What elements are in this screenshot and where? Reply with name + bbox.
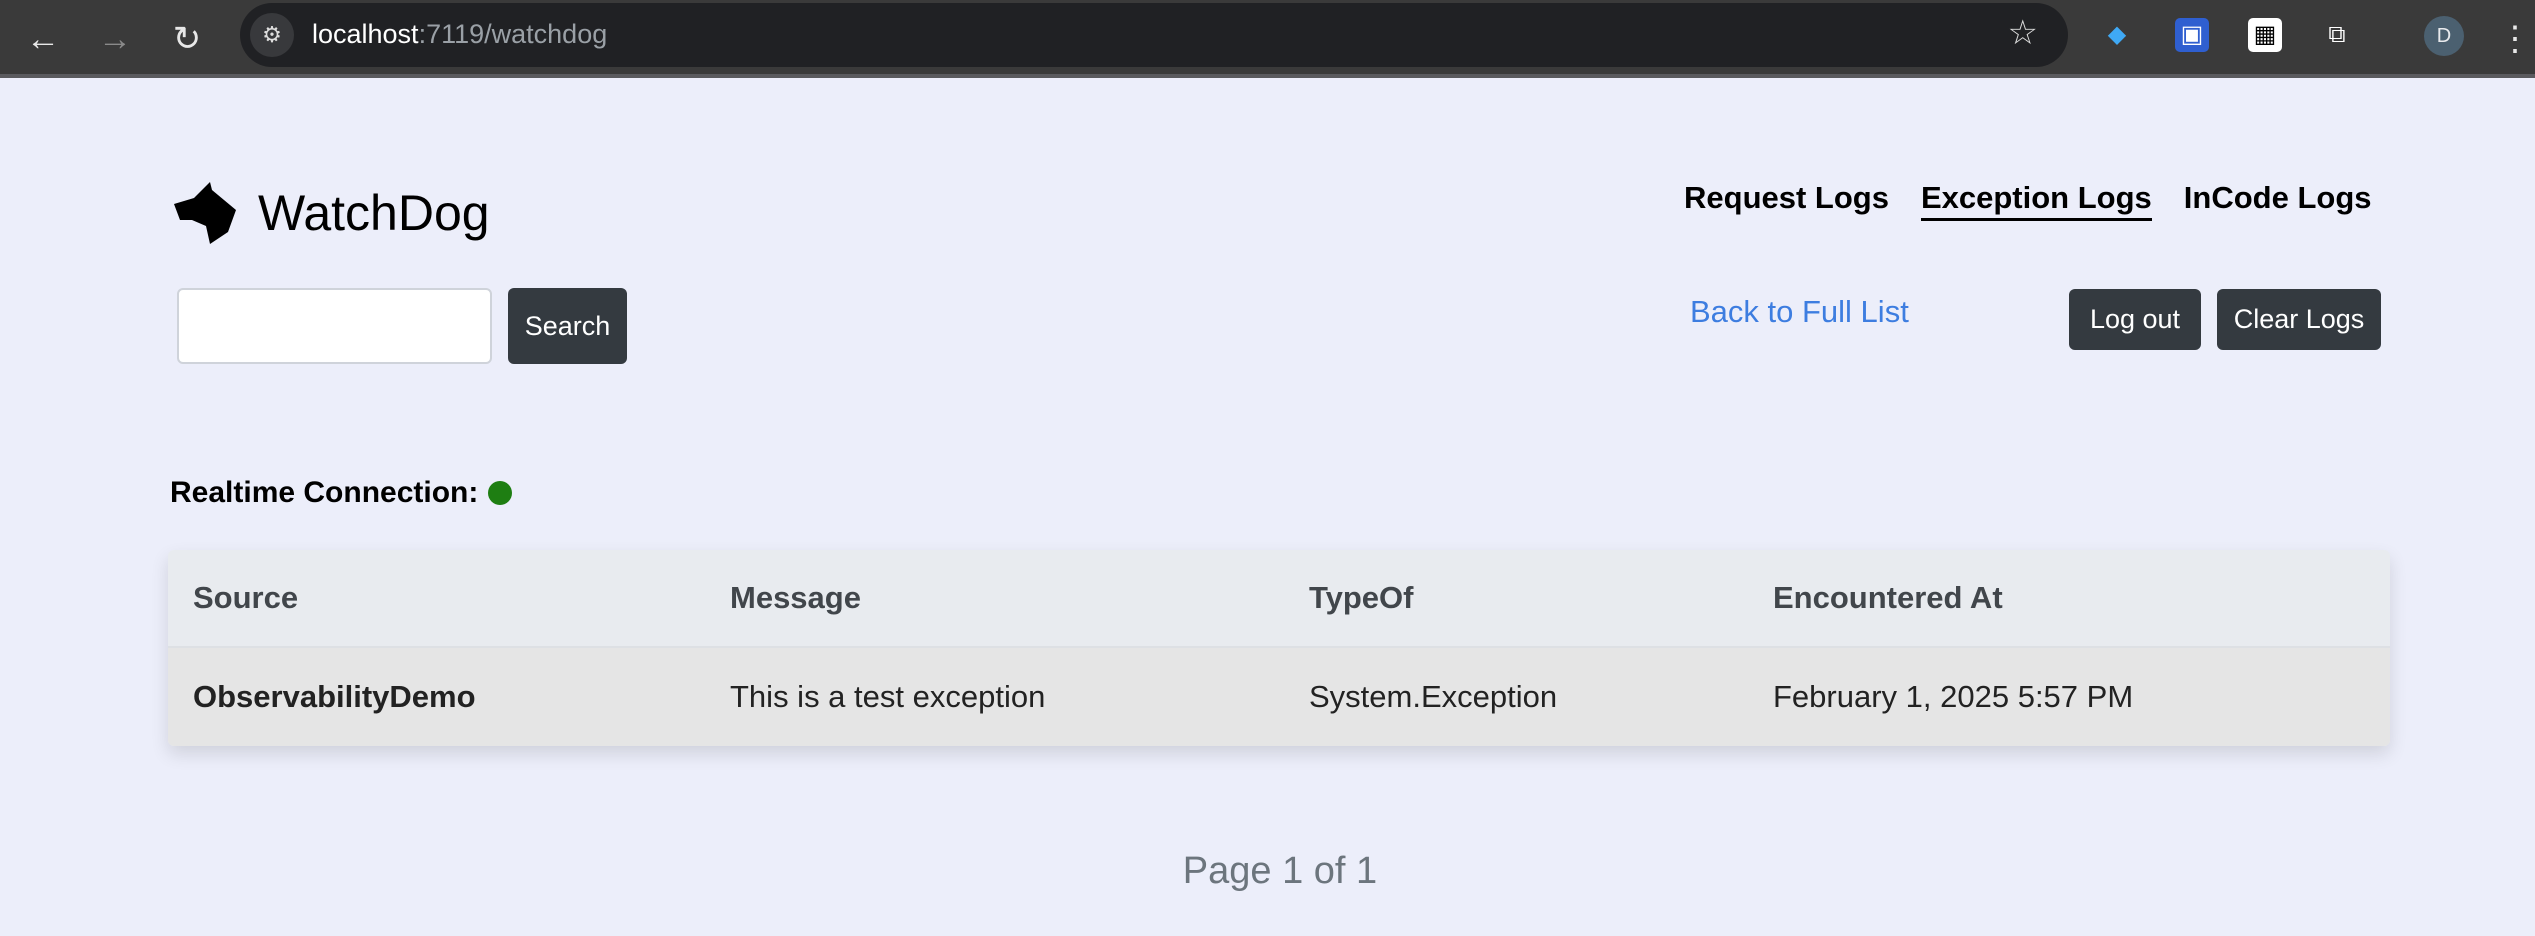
top-nav: Request Logs Exception Logs InCode Logs [1684, 180, 2372, 221]
column-header-message[interactable]: Message [730, 580, 861, 616]
connection-indicator-dot [488, 481, 513, 505]
back-arrow-icon[interactable]: ← [18, 14, 68, 64]
bookmark-star-icon[interactable]: ☆ [2008, 13, 2038, 53]
browser-toolbar: ← → ↻ ⚙ localhost:7119/watchdog ☆ ◆ ▣ ▦ … [0, 0, 2535, 78]
exception-logs-table: Source Message TypeOf Encountered At Obs… [168, 550, 2390, 746]
gem-extension-icon[interactable]: ◆ [2100, 18, 2134, 52]
bitwarden-extension-icon[interactable]: ▣ [2175, 18, 2209, 52]
cell-source: ObservabilityDemo [193, 679, 476, 714]
table-row[interactable]: ObservabilityDemo This is a test excepti… [168, 648, 2390, 746]
column-header-source[interactable]: Source [193, 580, 298, 616]
cell-message: This is a test exception [730, 679, 1046, 714]
search-input[interactable] [177, 288, 492, 364]
url-host: localhost [312, 19, 419, 49]
back-to-full-list-link[interactable]: Back to Full List [1690, 294, 1909, 330]
brand-name: WatchDog [258, 185, 490, 241]
reload-icon[interactable]: ↻ [162, 14, 212, 64]
realtime-label: Realtime Connection: [170, 476, 479, 509]
column-header-typeof[interactable]: TypeOf [1309, 580, 1414, 616]
url-path: :7119/watchdog [418, 19, 608, 49]
cell-encountered-at: February 1, 2025 5:57 PM [1773, 679, 2134, 714]
address-bar[interactable]: ⚙ localhost:7119/watchdog ☆ [240, 3, 2068, 67]
site-settings-icon[interactable]: ⚙ [250, 13, 294, 57]
realtime-connection-status: Realtime Connection: [170, 476, 513, 510]
clear-logs-button[interactable]: Clear Logs [2217, 289, 2381, 350]
nav-exception-logs[interactable]: Exception Logs [1920, 180, 2152, 221]
url-text: localhost:7119/watchdog [312, 19, 607, 50]
logout-button[interactable]: Log out [2069, 289, 2201, 350]
nav-incode-logs[interactable]: InCode Logs [2184, 180, 2372, 221]
column-header-encountered-at[interactable]: Encountered At [1773, 580, 2003, 616]
pagination-text: Page 1 of 1 [1182, 850, 1378, 892]
brand-logo[interactable]: WatchDog [172, 180, 490, 246]
profile-avatar[interactable]: D [2424, 16, 2464, 56]
nav-request-logs[interactable]: Request Logs [1684, 180, 1889, 221]
forward-arrow-icon[interactable]: → [90, 14, 140, 64]
extensions-puzzle-icon[interactable]: ⧉ [2320, 18, 2354, 52]
cell-typeof: System.Exception [1309, 679, 1558, 714]
table-header-row: Source Message TypeOf Encountered At [168, 550, 2390, 648]
qr-extension-icon[interactable]: ▦ [2248, 18, 2282, 52]
menu-kebab-icon[interactable]: ⋮ [2490, 14, 2535, 64]
search-button[interactable]: Search [508, 288, 627, 364]
dog-head-icon [174, 182, 236, 244]
